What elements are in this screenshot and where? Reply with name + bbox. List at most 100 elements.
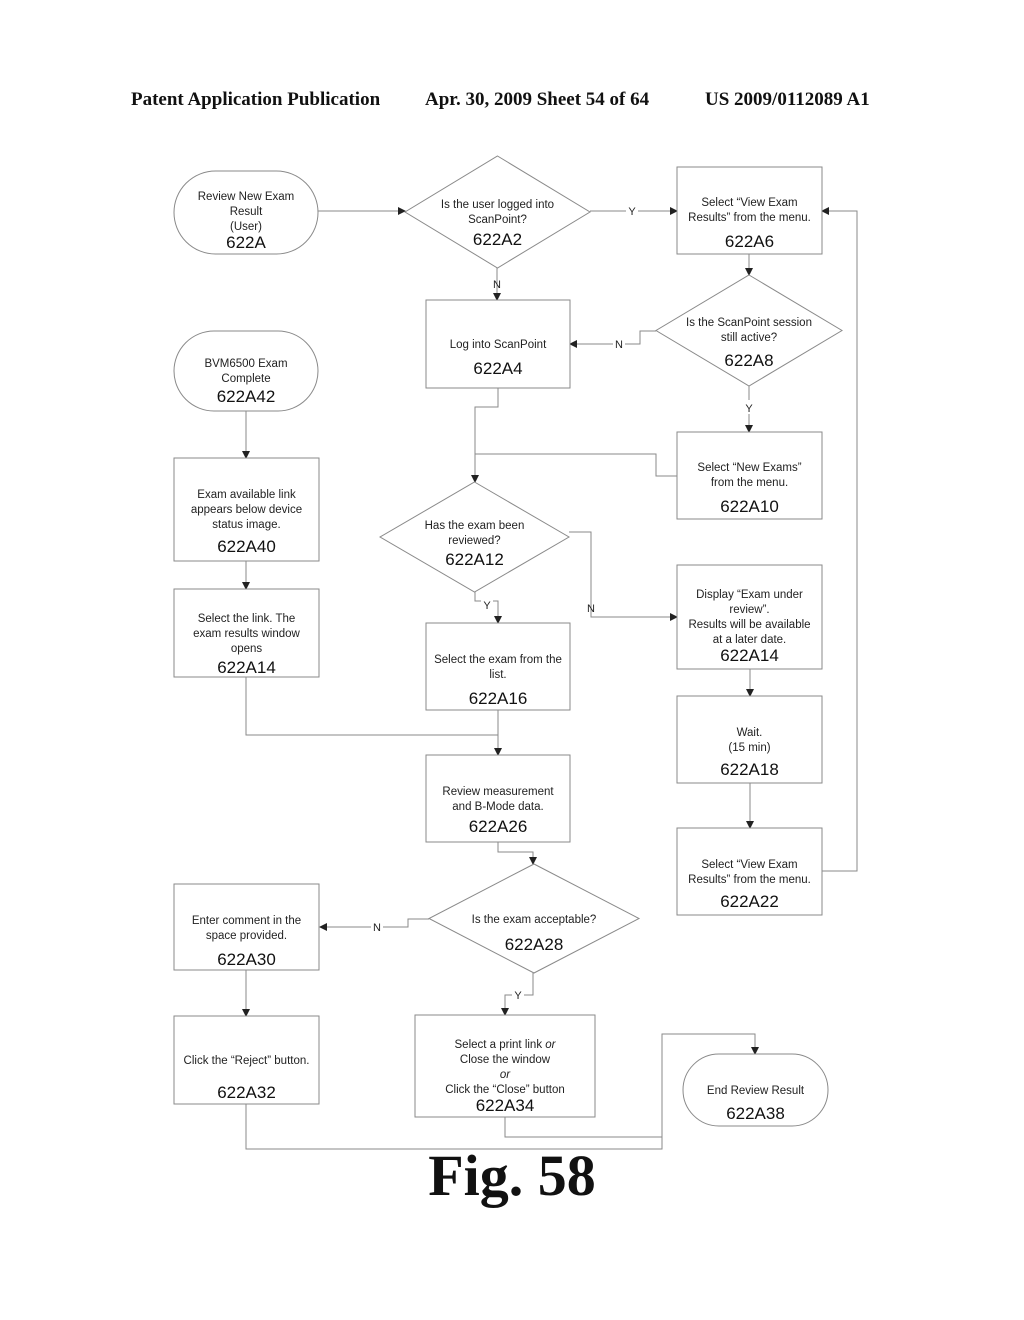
node-reference-id: 622A14 (720, 646, 779, 665)
node-reference-id: 622A22 (720, 892, 779, 911)
flowchart: Y N N Y Y N N Y Review New Exam Result (Us… (173, 155, 858, 1150)
node-reference-id: 622A16 (469, 689, 528, 708)
node-text-line: Review New Exam (198, 191, 295, 203)
node-622a2: Is the user logged into ScanPoint? 622A2 (404, 155, 591, 269)
node-text-line: Select the exam from the (434, 654, 562, 666)
node-reference-id: 622A32 (217, 1083, 276, 1102)
node-text-line: Select “New Exams” (697, 462, 801, 474)
edge-622A26-to-622A28 (497, 842, 537, 865)
node-reference-id: 622A14 (217, 658, 276, 677)
edge-label-a12-no: N (587, 603, 595, 615)
edge-label-a28-no: N (373, 922, 381, 934)
edge-622A12-to-622A14a (569, 531, 678, 621)
node-text-line: Select “View Exam (701, 859, 797, 871)
node-reference-id: 622A26 (469, 817, 528, 836)
node-text-line: exam results window (193, 628, 300, 640)
node-reference-id: 622A10 (720, 497, 779, 516)
node-622a42: BVM6500 Exam Complete 622A42 (173, 330, 319, 412)
node-reference-id: 622A34 (476, 1096, 535, 1115)
node-622a: Review New Exam Result (User)622A (173, 170, 319, 255)
node-text-line: Complete (221, 373, 270, 385)
node-reference-id: 622A (226, 233, 266, 252)
node-reference-id: 622A38 (726, 1104, 785, 1123)
node-622a40: Exam available link appears below device s… (173, 457, 320, 562)
edge-label-a12-yes: Y (483, 600, 491, 612)
node-text-line: Results” from the menu. (688, 212, 811, 224)
node-622a38: End Review Result 622A38 (682, 1053, 829, 1127)
node-622a8: Is the ScanPoint session still active? 622… (655, 274, 843, 387)
node-reference-id: 622A6 (725, 232, 774, 251)
node-622a30: Enter comment in the space provided. 622A3… (173, 883, 320, 971)
node-reference-id: 622A42 (217, 387, 276, 406)
node-text-line: Is the ScanPoint session (686, 317, 812, 329)
node-622a12: Has the exam been reviewed? 622A12 (379, 481, 570, 593)
figure-label: Fig. 58 (428, 1143, 596, 1208)
node-text-line: reviewed? (448, 535, 500, 547)
node-622a28: Is the exam acceptable? 622A28 (427, 863, 641, 974)
node-text-line: Select the link. The (198, 613, 296, 625)
node-622a6: Select “View Exam Results” from the menu.… (676, 166, 823, 255)
node-text-line: (User) (230, 221, 262, 233)
node-text-line: Review measurement (442, 786, 554, 798)
node-text-line: ScanPoint? (468, 214, 527, 226)
edge-label-a28-yes: Y (514, 990, 522, 1002)
node-reference-id: 622A8 (724, 351, 773, 370)
node-text-line: space provided. (206, 930, 287, 942)
node-text-line: still active? (721, 332, 777, 344)
edge-label-a8-yes: Y (745, 403, 753, 415)
node-text-line: opens (231, 643, 263, 655)
node-text-line: Enter comment in the (192, 915, 301, 927)
node-622a14b: Select the link. The exam results window o… (173, 588, 320, 678)
node-622a26: Review measurement and B-Mode data. 622A26 (425, 754, 571, 843)
node-reference-id: 622A4 (473, 359, 522, 378)
node-reference-id: 622A30 (217, 950, 276, 969)
node-text-line: Click the “Reject” button. (184, 1055, 310, 1067)
decision-diamond (404, 155, 591, 269)
node-622a18: Wait. (15 min) 622A18 (676, 695, 823, 784)
node-text-line: Log into ScanPoint (450, 339, 547, 351)
node-text-line: Is the exam acceptable? (472, 914, 597, 926)
node-text-line: BVM6500 Exam (204, 358, 287, 370)
node-reference-id: 622A28 (505, 935, 564, 954)
edge-label-a2-no: N (493, 279, 501, 291)
node-text-line: from the menu. (711, 477, 788, 489)
node-text-line: End Review Result (707, 1085, 805, 1097)
node-622a10: Select “New Exams” from the menu. 622A10 (676, 431, 823, 520)
node-text-line: appears below device (191, 504, 302, 516)
node-622a4: Log into ScanPoint 622A4 (425, 299, 571, 389)
node-reference-id: 622A40 (217, 537, 276, 556)
node-text-line: review”. (729, 604, 769, 616)
node-text-line: Is the user logged into (441, 199, 554, 211)
node-622a22: Select “View Exam Results” from the menu.… (676, 827, 823, 916)
node-text-line: list. (489, 669, 506, 681)
node-text-line: Has the exam been (425, 520, 525, 532)
node-reference-id: 622A18 (720, 760, 779, 779)
node-reference-id: 622A2 (473, 230, 522, 249)
edge-622A34-to-622A38 (504, 1117, 662, 1138)
node-text-line: Results” from the menu. (688, 874, 811, 886)
edge-label-a2-yes: Y (628, 206, 636, 218)
node-text-line: Click the “Close” button (445, 1084, 565, 1096)
node-text-line: and B-Mode data. (452, 801, 543, 813)
node-reference-id: 622A12 (445, 550, 504, 569)
node-text-line: Select a print link or (455, 1039, 557, 1051)
node-text-line: Close the window (460, 1054, 551, 1066)
node-622a34: Select a print link or Close the window or… (414, 1014, 596, 1118)
node-text-line: Result (230, 206, 263, 218)
node-text-line: Exam available link (197, 489, 296, 501)
node-text-line: (15 min) (728, 742, 770, 754)
node-text-line: Results will be available (688, 619, 810, 631)
node-text-line: or (500, 1069, 511, 1081)
node-text-line: at a later date. (713, 634, 787, 646)
edge-622A4-to-622A12 (471, 388, 499, 483)
node-622a16: Select the exam from the list. 622A16 (425, 622, 571, 711)
edge-label-a8-no: N (615, 339, 623, 351)
nodes: Review New Exam Result (User)622A Is the us… (173, 155, 843, 1127)
node-text-line: Display “Exam under (696, 589, 803, 601)
edge-622A22-to-622A6 (821, 207, 858, 872)
node-622a32: Click the “Reject” button. 622A32 (173, 1015, 320, 1105)
edge-622A10-to-622A12 (475, 453, 677, 477)
node-text-line: Wait. (737, 727, 763, 739)
node-622a14a: Display “Exam under review”. Results will … (676, 564, 823, 670)
node-text-line: Select “View Exam (701, 197, 797, 209)
